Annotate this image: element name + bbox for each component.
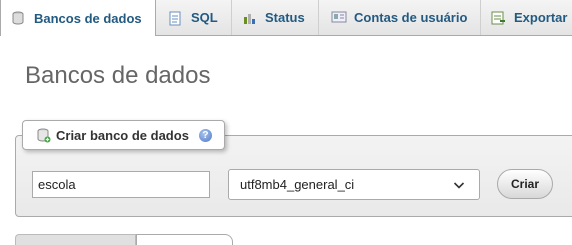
tab-user-accounts[interactable]: Contas de usuário: [319, 0, 481, 35]
tab-databases[interactable]: Bancos de dados: [0, 0, 156, 36]
database-icon: [11, 11, 25, 25]
collation-select[interactable]: utf8mb4_general_ci: [228, 169, 480, 200]
tab-status-label: Status: [265, 10, 305, 25]
create-database-label: Criar banco de dados: [56, 127, 189, 143]
tab-sql-label: SQL: [191, 10, 218, 25]
chevron-down-icon: [453, 179, 465, 191]
status-icon: [242, 11, 256, 25]
tab-export-label: Exportar: [514, 10, 568, 25]
database-name-input[interactable]: [32, 171, 210, 198]
bottom-tab-1[interactable]: [15, 234, 136, 245]
bottom-tab-2[interactable]: [136, 234, 233, 245]
user-accounts-icon: [331, 11, 347, 25]
tab-export[interactable]: Exportar: [481, 0, 572, 35]
tab-status[interactable]: Status: [232, 0, 319, 35]
tab-sql[interactable]: SQL: [156, 0, 232, 35]
tab-databases-label: Bancos de dados: [34, 10, 142, 26]
top-tab-bar: Bancos de dados SQL Status Contas de usu…: [0, 0, 572, 36]
tab-user-accounts-label: Contas de usuário: [354, 10, 468, 25]
export-icon: [491, 11, 505, 25]
sql-icon: [168, 11, 182, 25]
add-database-icon: [37, 127, 51, 143]
create-database-legend: Criar banco de dados ?: [22, 120, 225, 150]
help-icon[interactable]: ?: [198, 128, 212, 142]
collation-value: utf8mb4_general_ci: [240, 177, 355, 192]
create-button[interactable]: Criar: [497, 169, 553, 199]
page-title: Bancos de dados: [25, 62, 211, 89]
